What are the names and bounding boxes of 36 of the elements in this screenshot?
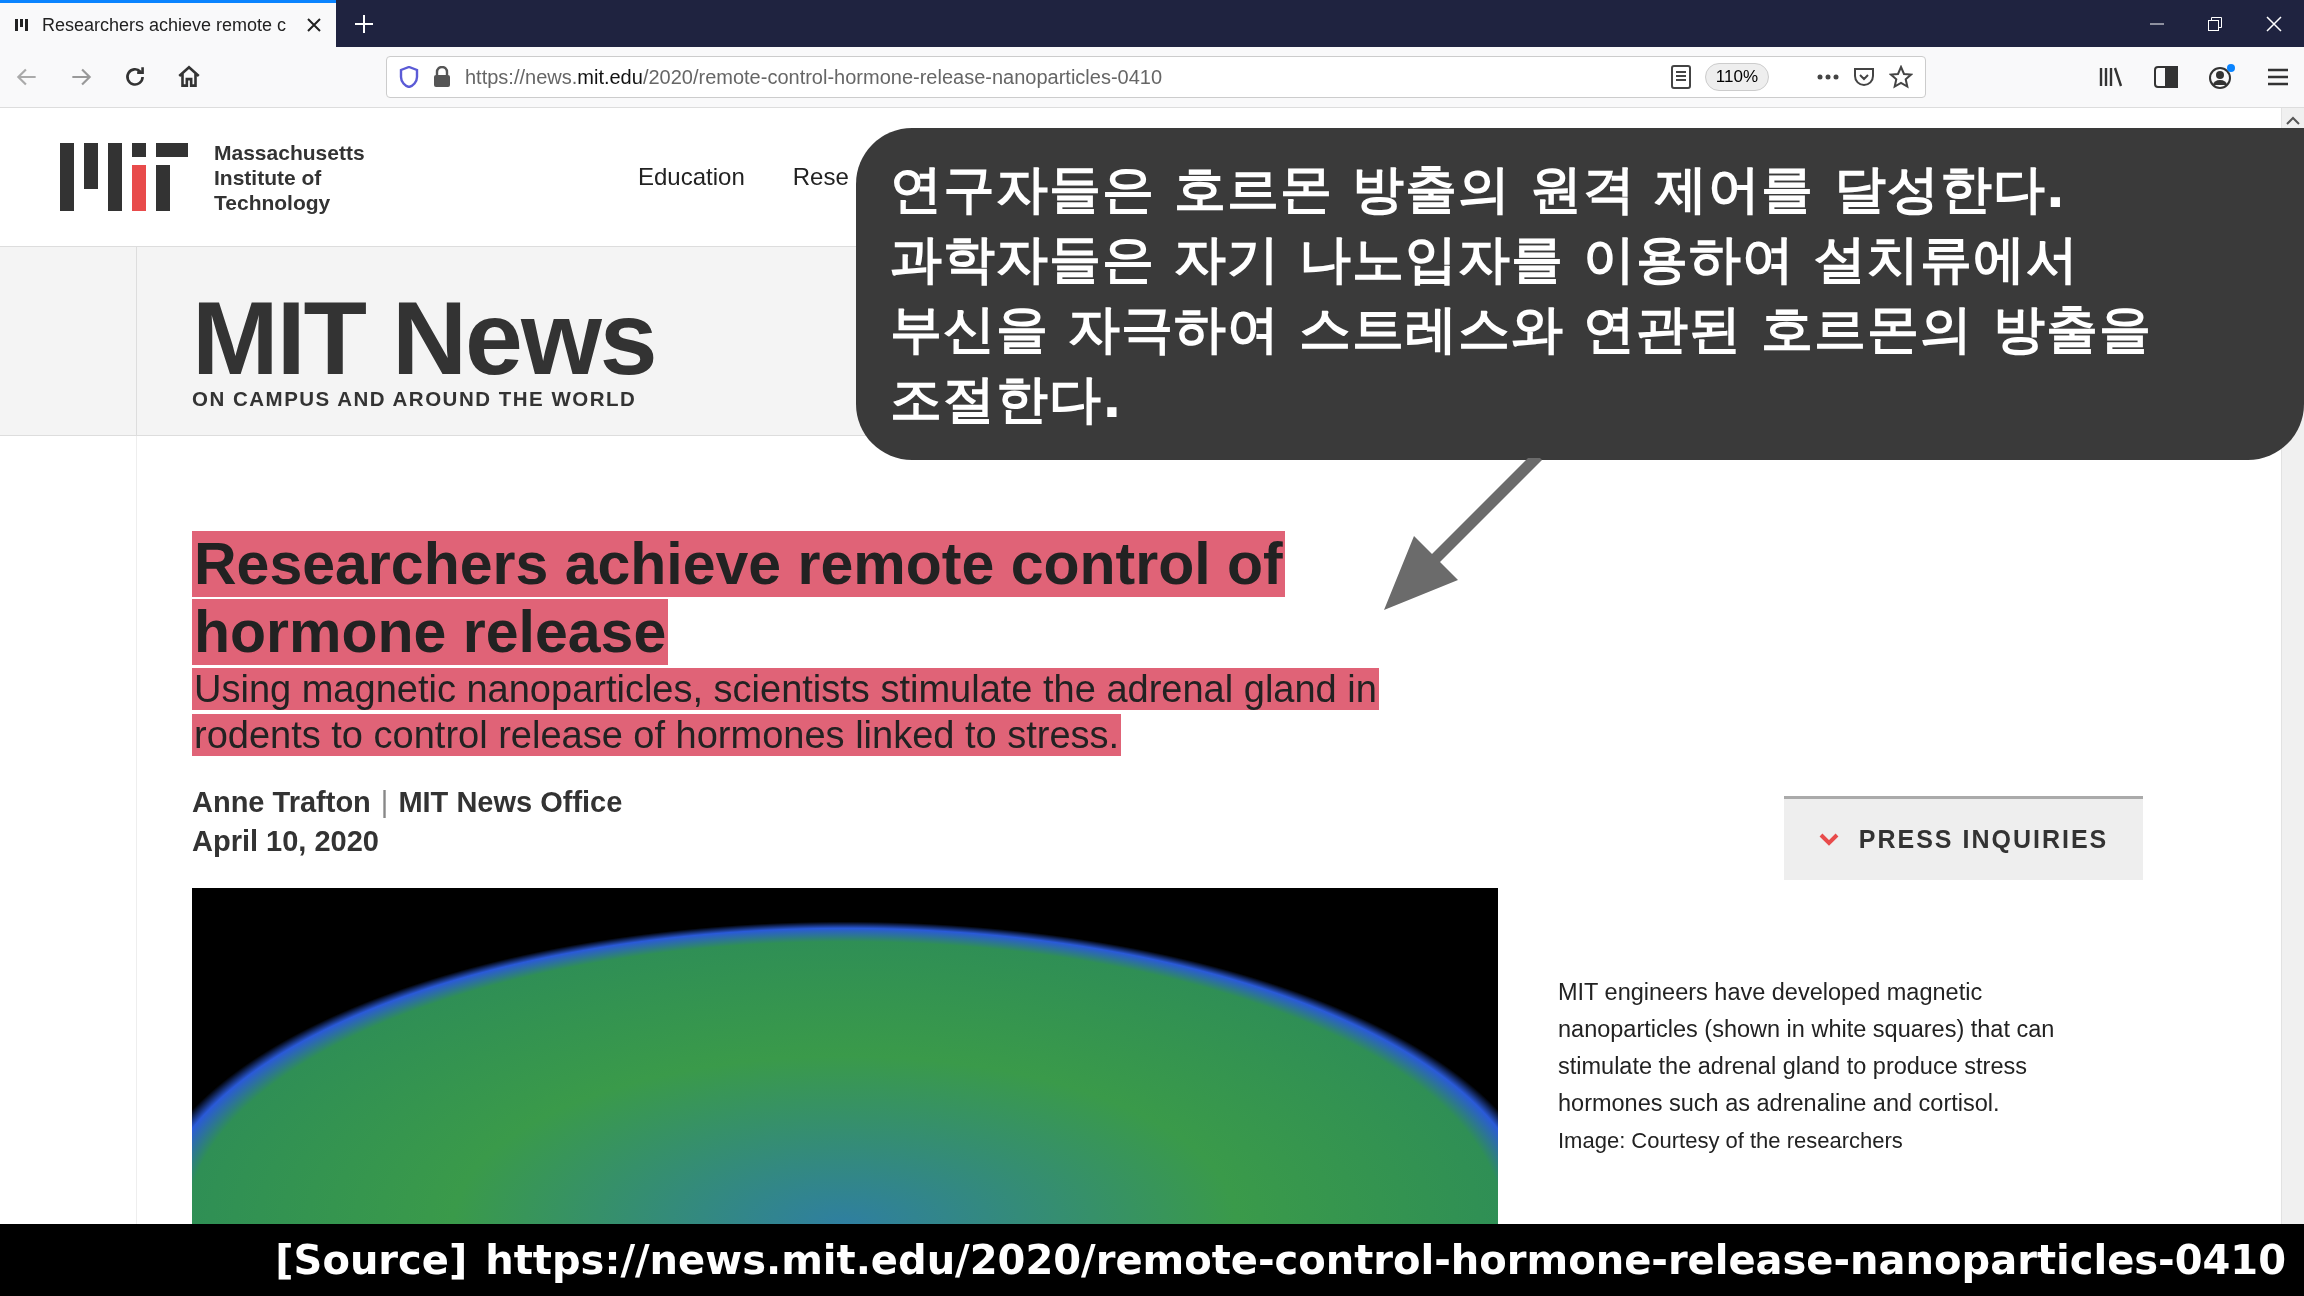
article-headline: Researchers achieve remote control of hormone release bbox=[192, 530, 1286, 666]
scroll-up-icon[interactable] bbox=[2286, 116, 2300, 126]
address-bar[interactable]: https://news.mit.edu/2020/remote-control-hormone-release-nanoparticles-0410 110% bbox=[386, 56, 1926, 98]
plus-icon[interactable] bbox=[354, 14, 374, 34]
site-title: MIT News bbox=[192, 295, 656, 381]
restore-icon[interactable] bbox=[2208, 16, 2222, 31]
logo-icon bbox=[60, 143, 188, 211]
author-name[interactable]: Anne Trafton bbox=[192, 786, 371, 819]
chevron-icon bbox=[1818, 832, 1839, 847]
pocket-icon[interactable] bbox=[1853, 66, 1875, 88]
nav-link[interactable]: Rese bbox=[792, 163, 849, 191]
institute-name: Massachusetts Institute of Technology bbox=[214, 139, 366, 215]
source-url: https://news.mit.edu/2020/remote-control-hormone-release-nanoparticles-0410 bbox=[485, 1237, 2286, 1283]
reader-icon[interactable] bbox=[1670, 65, 1691, 89]
image-caption: MIT engineers have developed magnetic nanoparticles (shown in white squares) that can stimulate the adrenal gland to produce stress hormones such as adrenaline and cortisol. bbox=[1558, 978, 2056, 1118]
article-subtitle: Using magnetic nanoparticles, scientists stimulate the adrenal gland in rodents to control release of hormones linked to stress. bbox=[192, 667, 1380, 758]
press-inquiries-button[interactable]: PRESS INQUIRIES bbox=[1784, 796, 2143, 880]
url-text: https://news.mit.edu/2020/remote-control-hormone-release-nanoparticles-0410 bbox=[465, 65, 1164, 89]
shield-icon bbox=[399, 66, 419, 88]
site-tagline: ON CAMPUS AND AROUND THE WORLD bbox=[192, 387, 638, 411]
site-icon bbox=[14, 17, 30, 33]
callout-text: 연구자들은 호르몬 방출의 원격 제어를 달성한다. 과학자들은 자기 나노입자를 이용하여 설치류에서 부신을 자극하여 스트레스와 연관된 호르몬의 방출을 조절한다. bbox=[890, 158, 2152, 431]
nav-link[interactable]: Education bbox=[638, 163, 745, 191]
zoom-level[interactable]: 110% bbox=[1704, 63, 1769, 91]
office-name: MIT News Office bbox=[398, 786, 623, 819]
tab-title: Researchers achieve remote c bbox=[42, 14, 288, 36]
source-label: [Source] bbox=[275, 1237, 468, 1283]
close-icon[interactable] bbox=[306, 17, 322, 33]
article-date: April 10, 2020 bbox=[192, 825, 380, 858]
lock-icon bbox=[433, 66, 451, 88]
byline-separator: | bbox=[380, 786, 389, 819]
browser-tab[interactable]: Researchers achieve remote c bbox=[0, 0, 336, 47]
more-icon[interactable] bbox=[1817, 74, 1839, 80]
image-credit: Image: Courtesy of the researchers bbox=[1558, 1128, 1904, 1154]
star-icon[interactable] bbox=[1889, 65, 1913, 89]
home-icon[interactable] bbox=[176, 64, 202, 90]
